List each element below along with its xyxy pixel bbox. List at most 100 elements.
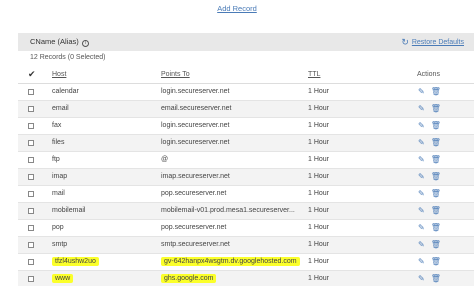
row-actions: ✎ 🗑 xyxy=(418,104,441,113)
row-checkbox[interactable] xyxy=(28,89,34,95)
restore-defaults-label: Restore Defaults xyxy=(411,38,464,46)
edit-icon[interactable]: ✎ xyxy=(418,138,425,147)
row-actions: ✎ 🗑 xyxy=(418,189,441,198)
trash-icon[interactable]: 🗑 xyxy=(431,257,441,266)
edit-icon[interactable]: ✎ xyxy=(418,274,425,283)
row-host: tfzl4ushw2uo xyxy=(52,258,99,265)
trash-icon[interactable]: 🗑 xyxy=(431,87,441,96)
row-host: www xyxy=(52,275,74,282)
row-checkbox[interactable] xyxy=(28,225,34,231)
table-row: smtp smtp.secureserver.net 1 Hour ✎ 🗑 xyxy=(18,237,474,254)
cname-section-header: CName (Alias) i ↻ Restore Defaults xyxy=(18,33,474,51)
edit-icon[interactable]: ✎ xyxy=(418,155,425,164)
trash-icon[interactable]: 🗑 xyxy=(431,104,441,113)
trash-icon[interactable]: 🗑 xyxy=(431,172,441,181)
row-points-to: @ xyxy=(161,156,169,163)
row-actions: ✎ 🗑 xyxy=(418,206,441,215)
table-row: fax login.secureserver.net 1 Hour ✎ 🗑 xyxy=(18,118,474,135)
row-ttl: 1 Hour xyxy=(308,88,330,95)
edit-icon[interactable]: ✎ xyxy=(418,121,425,130)
row-actions: ✎ 🗑 xyxy=(418,138,441,147)
column-actions: Actions xyxy=(417,71,440,78)
row-checkbox[interactable] xyxy=(28,208,34,214)
edit-icon[interactable]: ✎ xyxy=(418,223,425,232)
row-points-to: imap.secureserver.net xyxy=(161,173,230,180)
row-points-to: email.secureserver.net xyxy=(161,105,232,112)
row-points-to: gv-642hanpx4wsgtm.dv.googlehosted.com xyxy=(161,258,300,265)
row-host: imap xyxy=(52,173,68,180)
add-record-link[interactable]: Add Record xyxy=(217,4,257,13)
edit-icon[interactable]: ✎ xyxy=(418,257,425,266)
table-row: mail pop.secureserver.net 1 Hour ✎ 🗑 xyxy=(18,186,474,203)
row-points-to: pop.secureserver.net xyxy=(161,224,227,231)
row-ttl: 1 Hour xyxy=(308,190,330,197)
trash-icon[interactable]: 🗑 xyxy=(431,206,441,215)
trash-icon[interactable]: 🗑 xyxy=(431,274,441,283)
edit-icon[interactable]: ✎ xyxy=(418,206,425,215)
select-all-checkmark-icon[interactable]: ✔ xyxy=(28,69,36,80)
row-points-to: login.secureserver.net xyxy=(161,122,230,129)
info-icon[interactable]: i xyxy=(81,40,89,47)
row-checkbox[interactable] xyxy=(28,123,34,129)
row-checkbox[interactable] xyxy=(28,106,34,112)
row-points-to: pop.secureserver.net xyxy=(161,190,227,197)
column-points-to[interactable]: Points To xyxy=(161,71,190,78)
row-ttl: 1 Hour xyxy=(308,122,330,129)
row-host: calendar xyxy=(52,88,79,95)
row-ttl: 1 Hour xyxy=(308,207,330,214)
row-ttl: 1 Hour xyxy=(308,105,330,112)
edit-icon[interactable]: ✎ xyxy=(418,172,425,181)
trash-icon[interactable]: 🗑 xyxy=(431,138,441,147)
table-row: tfzl4ushw2uo gv-642hanpx4wsgtm.dv.googleh… xyxy=(18,254,474,271)
row-points-to: ghs.google.com xyxy=(161,275,217,282)
row-checkbox[interactable] xyxy=(28,276,34,282)
column-host[interactable]: Host xyxy=(52,71,66,78)
edit-icon[interactable]: ✎ xyxy=(418,189,425,198)
row-points-to: login.secureserver.net xyxy=(161,139,230,146)
row-ttl: 1 Hour xyxy=(308,241,330,248)
edit-icon[interactable]: ✎ xyxy=(418,240,425,249)
table-row: ftp @1 Hour ✎ 🗑 xyxy=(18,152,474,169)
restore-defaults-button[interactable]: ↻ Restore Defaults xyxy=(401,36,464,47)
row-ttl: 1 Hour xyxy=(308,156,330,163)
section-title-text: CName (Alias) xyxy=(30,37,79,46)
refresh-icon: ↻ xyxy=(401,36,409,47)
row-checkbox[interactable] xyxy=(28,191,34,197)
edit-icon[interactable]: ✎ xyxy=(418,104,425,113)
trash-icon[interactable]: 🗑 xyxy=(431,189,441,198)
table-row: calendar login.secureserver.net 1 Hour ✎ 🗑 xyxy=(18,84,474,101)
row-checkbox[interactable] xyxy=(28,157,34,163)
section-title: CName (Alias) i xyxy=(30,37,89,47)
edit-icon[interactable]: ✎ xyxy=(418,87,425,96)
row-ttl: 1 Hour xyxy=(308,275,330,282)
row-actions: ✎ 🗑 xyxy=(418,257,441,266)
row-checkbox[interactable] xyxy=(28,174,34,180)
table-row: files login.secureserver.net 1 Hour ✎ 🗑 xyxy=(18,135,474,152)
trash-icon[interactable]: 🗑 xyxy=(431,223,441,232)
row-host: files xyxy=(52,139,65,146)
row-actions: ✎ 🗑 xyxy=(418,121,441,130)
trash-icon[interactable]: 🗑 xyxy=(431,121,441,130)
table-row: email email.secureserver.net 1 Hour ✎ 🗑 xyxy=(18,101,474,118)
row-host: mobilemail xyxy=(52,207,86,214)
add-record-bar: Add Record xyxy=(0,4,474,13)
table-row: imap imap.secureserver.net 1 Hour ✎ 🗑 xyxy=(18,169,474,186)
row-host: ftp xyxy=(52,156,60,163)
column-ttl[interactable]: TTL xyxy=(308,71,320,78)
records-count: 12 Records (0 Selected) xyxy=(30,54,106,61)
trash-icon[interactable]: 🗑 xyxy=(431,155,441,164)
row-ttl: 1 Hour xyxy=(308,139,330,146)
row-checkbox[interactable] xyxy=(28,140,34,146)
row-ttl: 1 Hour xyxy=(308,258,330,265)
row-host: mail xyxy=(52,190,65,197)
row-ttl: 1 Hour xyxy=(308,224,330,231)
row-actions: ✎ 🗑 xyxy=(418,155,441,164)
row-checkbox[interactable] xyxy=(28,242,34,248)
row-points-to: login.secureserver.net xyxy=(161,88,230,95)
table-row: mobilemail mobilemail-v01.prod.mesa1.secu… xyxy=(18,203,474,220)
table-header: ✔ Host Points To TTL Actions xyxy=(18,67,474,84)
trash-icon[interactable]: 🗑 xyxy=(431,240,441,249)
row-host: pop xyxy=(52,224,64,231)
row-actions: ✎ 🗑 xyxy=(418,172,441,181)
row-checkbox[interactable] xyxy=(28,259,34,265)
